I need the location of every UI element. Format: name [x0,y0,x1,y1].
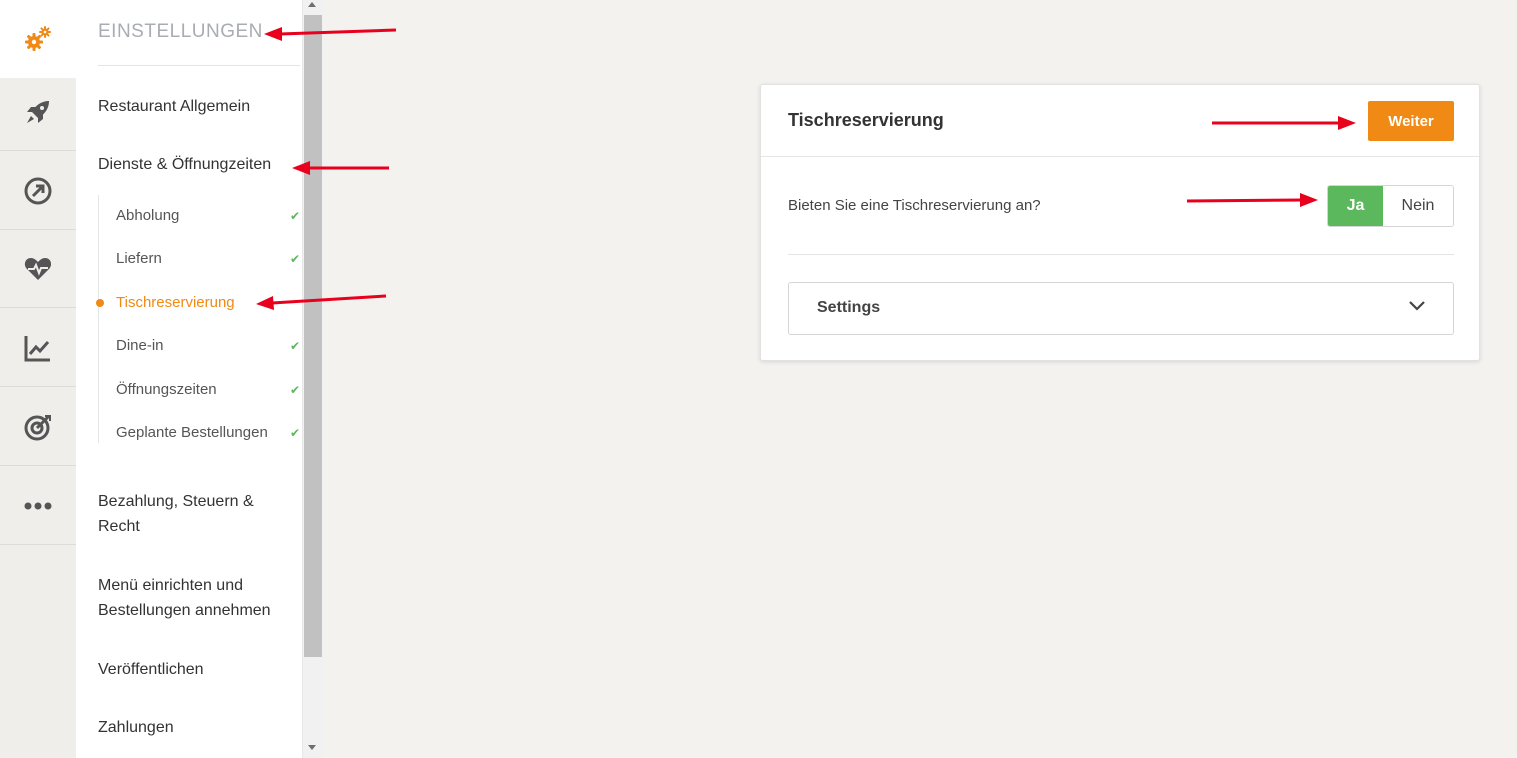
more-dots-icon [24,502,52,509]
reservation-card: Tischreservierung Weiter Bieten Sie eine… [760,84,1480,361]
scroll-up-arrow-icon[interactable] [308,2,316,7]
accordion-label: Settings [817,299,881,316]
panel-title: EINSTELLUNGEN [98,21,263,42]
rail-health[interactable] [0,230,76,308]
rail-marketing[interactable] [0,388,76,466]
nav-bezahlung[interactable]: Bezahlung, Steuern & Recht [98,489,288,539]
sub-nav-liefern[interactable]: Liefern [116,250,302,267]
rail-growth[interactable] [0,152,76,230]
nav-veroeffentlichen[interactable]: Veröffentlichen [98,657,288,682]
rail-settings[interactable] [0,0,76,78]
panel-scrollbar[interactable] [302,0,323,758]
card-title: Tischreservierung [788,110,944,130]
nav-menu-einrichten[interactable]: Menü einrichten und Bestellungen annehme… [98,573,288,623]
line-chart-icon [24,335,50,361]
toggle-yes-option[interactable]: Ja [1328,186,1383,226]
card-header: Tischreservierung Weiter [761,85,1479,157]
rail-analytics[interactable] [0,309,76,387]
scroll-down-arrow-icon[interactable] [308,745,316,750]
sub-nav-geplante-bestellungen[interactable]: Geplante Bestellungen [116,424,302,441]
target-icon [24,414,51,440]
sub-nav-abholung[interactable]: Abholung [116,207,302,224]
sub-nav-tischreservierung[interactable]: Tischreservierung [116,294,302,311]
heart-pulse-icon [24,257,52,280]
sub-nav-dine-in[interactable]: Dine-in [116,337,302,354]
settings-accordion[interactable]: Settings [788,282,1454,335]
circle-arrow-icon [24,177,52,204]
scroll-thumb[interactable] [304,15,322,657]
check-icon: ✔ [290,209,301,223]
settings-panel: EINSTELLUNGEN Restaurant Allgemein Diens… [76,0,302,758]
sub-nav-rail [98,195,99,443]
check-icon: ✔ [290,383,301,397]
icon-rail [0,0,76,758]
card-divider [788,254,1454,255]
active-indicator-dot [96,299,104,307]
reservation-question: Bieten Sie eine Tischreservierung an? [788,197,1041,214]
rail-launch[interactable] [0,73,76,151]
gears-icon [25,26,51,51]
nav-restaurant-allgemein[interactable]: Restaurant Allgemein [98,94,288,119]
chevron-down-icon [1409,301,1425,311]
nav-dienste-oeffnungszeiten[interactable]: Dienste & Öffnungzeiten [98,152,288,177]
rocket-icon [27,100,49,123]
check-icon: ✔ [290,252,301,266]
nav-zahlungen[interactable]: Zahlungen [98,715,288,740]
rail-more[interactable] [0,467,76,545]
panel-divider [98,65,300,66]
yes-no-toggle[interactable]: Ja Nein [1327,185,1454,227]
next-button[interactable]: Weiter [1368,101,1454,141]
sub-nav-oeffnungszeiten[interactable]: Öffnungszeiten [116,381,302,398]
check-icon: ✔ [290,339,301,353]
check-icon: ✔ [290,426,301,440]
toggle-no-option[interactable]: Nein [1383,186,1453,226]
